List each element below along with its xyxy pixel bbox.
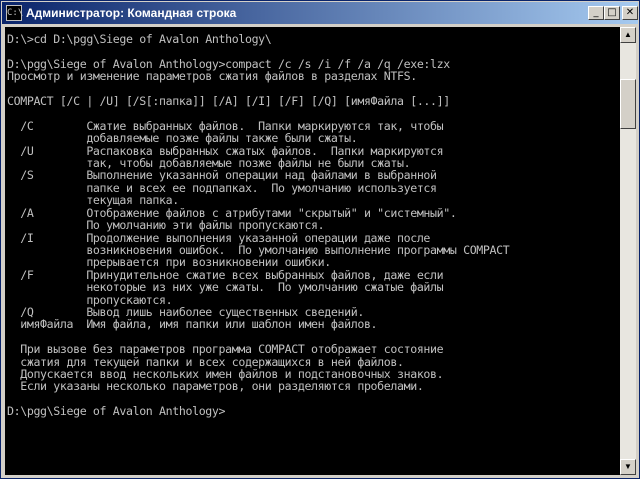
- scroll-up-button[interactable]: ▲: [620, 27, 636, 43]
- console-window: C:\ Администратор: Командная строка _ □ …: [0, 0, 640, 479]
- console-line: Просмотр и изменение параметров сжатия ф…: [7, 69, 417, 84]
- window-title: Администратор: Командная строка: [26, 6, 237, 20]
- console-line: имяФайла Имя файла, имя папки или шаблон…: [7, 317, 378, 332]
- console-line: Если указаны несколько параметров, они р…: [7, 379, 424, 394]
- cmd-icon[interactable]: C:\: [6, 5, 23, 21]
- title-bar[interactable]: C:\ Администратор: Командная строка _ □ …: [2, 2, 638, 24]
- minimize-button[interactable]: _: [588, 6, 604, 20]
- vertical-scrollbar[interactable]: ▲ ▼: [620, 27, 636, 475]
- scroll-down-button[interactable]: ▼: [620, 459, 636, 475]
- close-button[interactable]: ✕: [622, 6, 638, 20]
- console-line: COMPACT [/C | /U] [/S[:папка]] [/A] [/I]…: [7, 94, 450, 109]
- maximize-button[interactable]: □: [604, 6, 620, 20]
- console-line: D:\>cd D:\pgg\Siege of Avalon Anthology\: [7, 32, 272, 46]
- console-text: D:\>cd D:\pgg\Siege of Avalon Anthology\…: [5, 27, 620, 418]
- console-output-area[interactable]: D:\>cd D:\pgg\Siege of Avalon Anthology\…: [5, 27, 620, 475]
- scroll-thumb[interactable]: [620, 79, 636, 129]
- console-line: D:\pgg\Siege of Avalon Anthology>: [7, 404, 226, 419]
